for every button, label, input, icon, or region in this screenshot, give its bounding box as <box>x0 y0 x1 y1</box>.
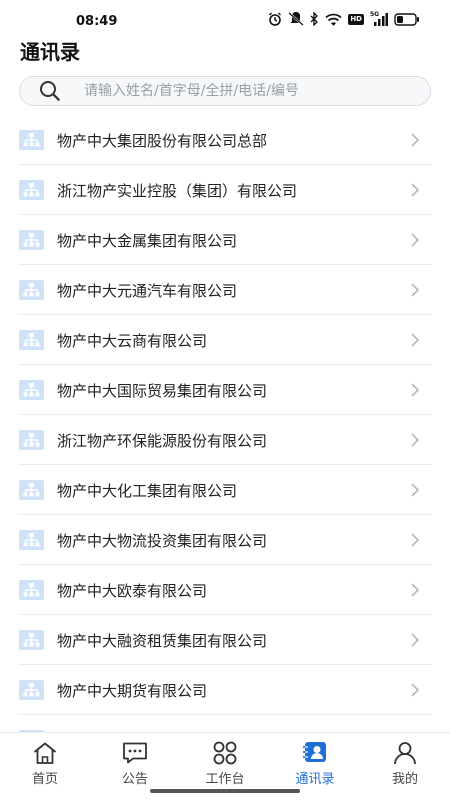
workbench-icon <box>213 741 237 765</box>
chevron-right-icon <box>411 633 420 647</box>
chevron-right-icon <box>411 133 420 147</box>
list-item[interactable]: 物产中大元通汽车有限公司 <box>0 265 450 315</box>
org-chart-icon <box>19 480 44 500</box>
list-item-label: 物产中大化工集团有限公司 <box>57 481 238 500</box>
list-item[interactable]: 物产中大融资租赁集团有限公司 <box>0 615 450 665</box>
list-item-label: 物产中大物流投资集团有限公司 <box>57 531 268 550</box>
tab-label: 通讯录 <box>295 772 335 787</box>
list-item-label: 物产中大国际贸易集团有限公司 <box>57 381 268 400</box>
list-item-label: 物产中大金属集团有限公司 <box>57 231 238 250</box>
org-list: 物产中大集团股份有限公司总部 浙江物产实业控股（集团）有限公司 物产中大金属集团… <box>0 115 450 732</box>
org-chart-icon <box>19 180 44 200</box>
chevron-right-icon <box>411 183 420 197</box>
chevron-right-icon <box>411 583 420 597</box>
chevron-right-icon <box>411 533 420 547</box>
chevron-right-icon <box>411 333 420 347</box>
chevron-right-icon <box>411 483 420 497</box>
org-chart-icon <box>19 580 44 600</box>
org-chart-icon <box>19 380 44 400</box>
list-item-label: 物产中大融资租赁集团有限公司 <box>57 631 268 650</box>
search-icon <box>40 81 60 101</box>
list-item-label: 物产中大欧泰有限公司 <box>57 581 208 600</box>
list-item-label: 浙江物产实业控股（集团）有限公司 <box>57 181 298 200</box>
list-item[interactable]: 物产中大期货有限公司 <box>0 665 450 715</box>
list-item[interactable]: 物产中大国际贸易集团有限公司 <box>0 365 450 415</box>
tab-profile[interactable]: 我的 <box>360 733 450 800</box>
list-item[interactable]: 浙江物产实业控股（集团）有限公司 <box>0 165 450 215</box>
chevron-right-icon <box>411 433 420 447</box>
status-time: 08:49 <box>76 14 118 29</box>
wifi-icon <box>325 13 342 26</box>
list-item[interactable]: 物产中大云商有限公司 <box>0 315 450 365</box>
org-chart-icon <box>19 430 44 450</box>
chevron-right-icon <box>411 683 420 697</box>
org-chart-icon <box>19 130 44 150</box>
chevron-right-icon <box>411 383 420 397</box>
battery-icon <box>394 12 419 26</box>
list-item[interactable]: 浙江物产环保能源股份有限公司 <box>0 415 450 465</box>
chevron-right-icon <box>411 283 420 297</box>
list-item[interactable] <box>0 715 450 732</box>
contacts-icon <box>303 742 326 762</box>
mute-icon <box>288 12 305 26</box>
list-item[interactable]: 物产中大金属集团有限公司 <box>0 215 450 265</box>
list-item[interactable]: 物产中大物流投资集团有限公司 <box>0 515 450 565</box>
search-box[interactable] <box>19 76 431 106</box>
org-chart-icon <box>19 230 44 250</box>
list-item[interactable]: 物产中大欧泰有限公司 <box>0 565 450 615</box>
page-title: 通讯录 <box>20 40 80 64</box>
org-chart-icon <box>19 530 44 550</box>
org-chart-icon <box>19 330 44 350</box>
org-chart-icon <box>19 680 44 700</box>
list-item-label: 物产中大期货有限公司 <box>57 681 208 700</box>
profile-icon <box>394 742 416 765</box>
status-icons: HD 5G <box>268 11 420 26</box>
tab-label: 我的 <box>391 772 418 787</box>
status-bar: 08:49 HD 5G <box>0 0 450 34</box>
org-chart-icon <box>19 280 44 300</box>
chevron-right-icon <box>411 233 420 247</box>
tab-label: 工作台 <box>205 772 245 787</box>
alarm-icon <box>269 12 282 26</box>
search-input[interactable] <box>84 83 404 99</box>
signal-icon: 5G <box>370 11 388 26</box>
tab-home[interactable]: 首页 <box>0 733 90 800</box>
tab-label: 公告 <box>121 772 148 787</box>
list-item[interactable]: 物产中大化工集团有限公司 <box>0 465 450 515</box>
list-item-label: 浙江物产环保能源股份有限公司 <box>57 431 268 450</box>
list-item[interactable]: 物产中大集团股份有限公司总部 <box>0 115 450 165</box>
home-indicator <box>150 789 300 793</box>
org-chart-icon <box>19 630 44 650</box>
list-item-label: 物产中大元通汽车有限公司 <box>57 281 238 300</box>
chat-icon <box>123 742 147 764</box>
list-item-label: 物产中大云商有限公司 <box>57 331 208 350</box>
bluetooth-icon <box>310 12 319 26</box>
list-item-label: 物产中大集团股份有限公司总部 <box>57 131 268 150</box>
home-icon <box>33 742 57 764</box>
tab-label: 首页 <box>31 772 58 787</box>
hd-icon: HD <box>348 13 364 25</box>
